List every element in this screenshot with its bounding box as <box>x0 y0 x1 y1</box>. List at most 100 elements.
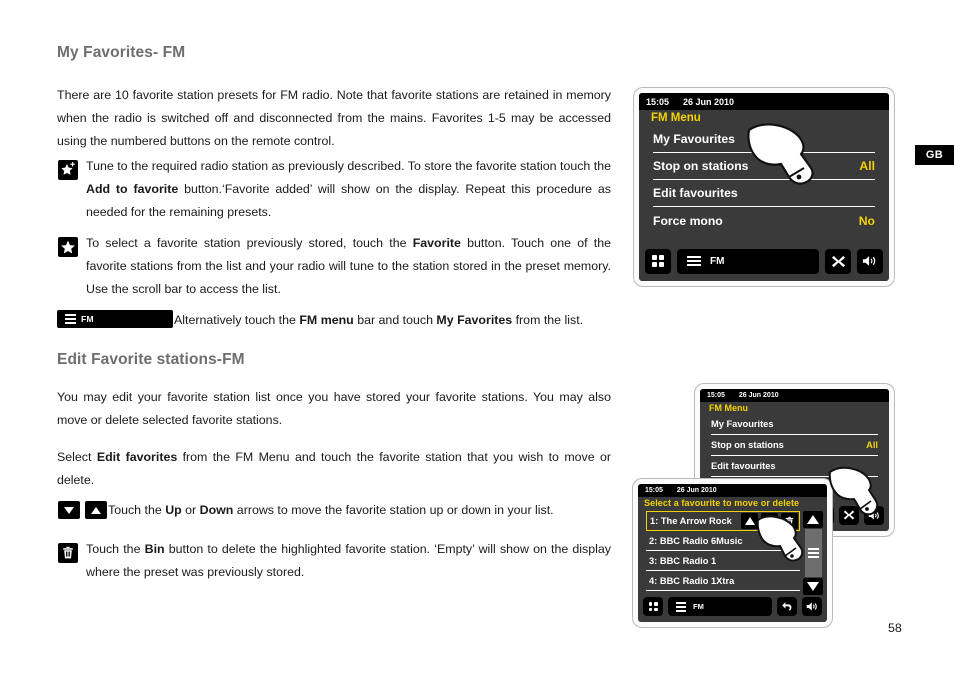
menu-item-stop-on-stations[interactable]: Stop on stations All <box>653 153 875 180</box>
favourites-list: 1: The Arrow Rock 2: BBC Radio 6Music 3:… <box>638 509 827 595</box>
edit-paragraph-1: You may edit your favorite station list … <box>57 390 611 427</box>
fm-menu-bar-label: FM <box>81 314 94 324</box>
list-item-favourite-3[interactable]: 3: BBC Radio 1 <box>646 551 800 571</box>
volume-button[interactable] <box>802 597 822 616</box>
menu-item-value: All <box>866 440 878 450</box>
bullet-updown-text-2: or <box>181 503 200 517</box>
fm-alt-text-2: bar and touch <box>353 313 437 327</box>
status-date: 26 Jun 2010 <box>683 96 735 107</box>
source-fm-label: FM <box>693 602 704 611</box>
edit-p2-text-1: Select <box>57 450 97 464</box>
menu-item-value: No <box>858 213 875 228</box>
status-date: 26 Jun 2010 <box>676 487 717 494</box>
device-screen: 15:05 26 Jun 2010 FM Menu My Favourites … <box>639 93 889 281</box>
source-fm-button[interactable]: FM <box>677 248 819 274</box>
bin-icon <box>58 543 78 563</box>
scroll-down-button[interactable] <box>803 578 823 595</box>
button-bar: FM <box>638 595 827 622</box>
menu-item-edit-favourites[interactable]: Edit favourites <box>653 180 875 207</box>
list-item-label: 2: BBC Radio 6Music <box>649 535 743 546</box>
fm-menu-bar-button[interactable]: FM <box>57 310 173 328</box>
scroll-track[interactable] <box>804 529 822 577</box>
star-icon <box>58 237 78 257</box>
edit-paragraph-2: Select Edit favorites from the FM Menu a… <box>57 446 611 492</box>
list-item-favourite-1[interactable]: 1: The Arrow Rock <box>646 511 800 531</box>
grid-icon <box>648 602 658 611</box>
status-date: 26 Jun 2010 <box>738 392 779 399</box>
menu-item-edit-favourites[interactable]: Edit favourites <box>711 456 878 477</box>
hamburger-menu-icon <box>676 600 686 614</box>
row-controls <box>741 513 798 529</box>
list-item-label: 4: BBC Radio 1Xtra <box>649 575 735 586</box>
page-title-edit-favorites: Edit Favorite stations-FM <box>57 351 245 368</box>
grid-icon <box>652 255 664 267</box>
bullet-bin-bold-1: Bin <box>144 542 165 556</box>
home-button[interactable] <box>643 597 663 616</box>
bullet-updown-text-3: arrows to move the favorite station up o… <box>233 503 554 517</box>
fm-menu-alternative-line: Alternatively touch the FM menu bar and … <box>174 309 611 332</box>
volume-button[interactable] <box>857 248 883 274</box>
menu-item-label: My Favourites <box>653 132 735 146</box>
manual-page: My Favorites- FM There are 10 favorite s… <box>0 0 954 673</box>
source-fm-button[interactable]: FM <box>668 597 772 616</box>
status-bar: 15:05 26 Jun 2010 <box>638 484 827 497</box>
home-button[interactable] <box>645 248 671 274</box>
source-fm-label: FM <box>710 255 725 267</box>
list-item-favourite-2[interactable]: 2: BBC Radio 6Music <box>646 531 800 551</box>
status-bar: 15:05 26 Jun 2010 <box>700 389 889 402</box>
volume-button[interactable] <box>864 505 884 525</box>
bullet-select-text-1: To select a favorite station previously … <box>86 236 413 250</box>
back-button[interactable] <box>777 597 797 616</box>
fm-alt-text-1: Alternatively touch the <box>174 313 300 327</box>
move-down-button[interactable] <box>761 513 778 529</box>
scroll-grip-icon[interactable] <box>807 546 819 561</box>
close-button[interactable] <box>825 248 851 274</box>
hamburger-menu-icon <box>687 254 701 268</box>
scroll-down-icon <box>807 582 819 591</box>
list-item-label: 3: BBC Radio 1 <box>649 555 717 566</box>
device-screen: 15:05 26 Jun 2010 Select a favourite to … <box>638 484 827 622</box>
menu-item-my-favourites[interactable]: My Favourites <box>711 414 878 435</box>
favourites-list-column: 1: The Arrow Rock 2: BBC Radio 6Music 3:… <box>646 511 800 595</box>
page-title-my-favorites: My Favorites- FM <box>57 44 186 61</box>
list-item-label: 1: The Arrow Rock <box>650 516 732 526</box>
move-up-button[interactable] <box>741 513 758 529</box>
intro-paragraph: There are 10 favorite station presets fo… <box>57 88 611 148</box>
menu-item-label: Edit favourites <box>653 186 738 200</box>
menu-item-my-favourites[interactable]: My Favourites <box>653 126 875 153</box>
radio-screenshot-edit-favourites: 15:05 26 Jun 2010 Select a favourite to … <box>632 478 833 628</box>
radio-screenshot-fm-menu: 15:05 26 Jun 2010 FM Menu My Favourites … <box>633 87 895 287</box>
bullet-bin-text-2: button to delete the highlighted favorit… <box>86 542 611 579</box>
bullet-add-text-1: Tune to the required radio station as pr… <box>86 159 611 173</box>
status-time: 15:05 <box>645 487 663 494</box>
bullet-add-to-favorite: Tune to the required radio station as pr… <box>86 155 611 224</box>
bullet-updown-bold-1: Up <box>165 503 182 517</box>
close-x-icon <box>843 510 855 520</box>
bullet-updown-bold-2: Down <box>199 503 234 517</box>
menu-item-label: My Favourites <box>711 419 774 429</box>
scroll-up-button[interactable] <box>803 511 823 528</box>
fm-alt-bold-2: My Favorites <box>436 313 513 327</box>
screen-title: FM Menu <box>709 403 748 413</box>
bullet-bin-button: Touch the Bin button to delete the highl… <box>86 538 611 584</box>
bullet-up-down-arrows: Touch the Up or Down arrows to move the … <box>108 499 611 522</box>
status-bar: 15:05 26 Jun 2010 <box>639 93 889 110</box>
menu-item-stop-on-stations[interactable]: Stop on stations All <box>711 435 878 456</box>
scrollbar[interactable] <box>803 511 823 595</box>
speaker-icon <box>862 256 876 266</box>
arrow-down-glyph <box>64 506 74 514</box>
delete-button[interactable] <box>781 513 798 529</box>
bullet-bin-text-1: Touch the <box>86 542 145 556</box>
bullet-updown-text-1: Touch the <box>108 503 166 517</box>
close-button[interactable] <box>839 505 859 525</box>
list-item-favourite-4[interactable]: 4: BBC Radio 1Xtra <box>646 571 800 591</box>
arrow-up-icon <box>85 501 107 519</box>
scroll-up-icon <box>807 515 819 524</box>
menu-item-value: All <box>859 159 875 173</box>
speaker-icon <box>868 511 879 519</box>
menu-item-label: Force mono <box>653 213 723 228</box>
menu-item-label: Stop on stations <box>711 440 784 450</box>
menu-item-force-mono[interactable]: Force mono No <box>653 207 875 234</box>
fm-alt-text-3: from the list. <box>512 313 584 327</box>
bullet-select-bold-1: Favorite <box>412 236 461 250</box>
